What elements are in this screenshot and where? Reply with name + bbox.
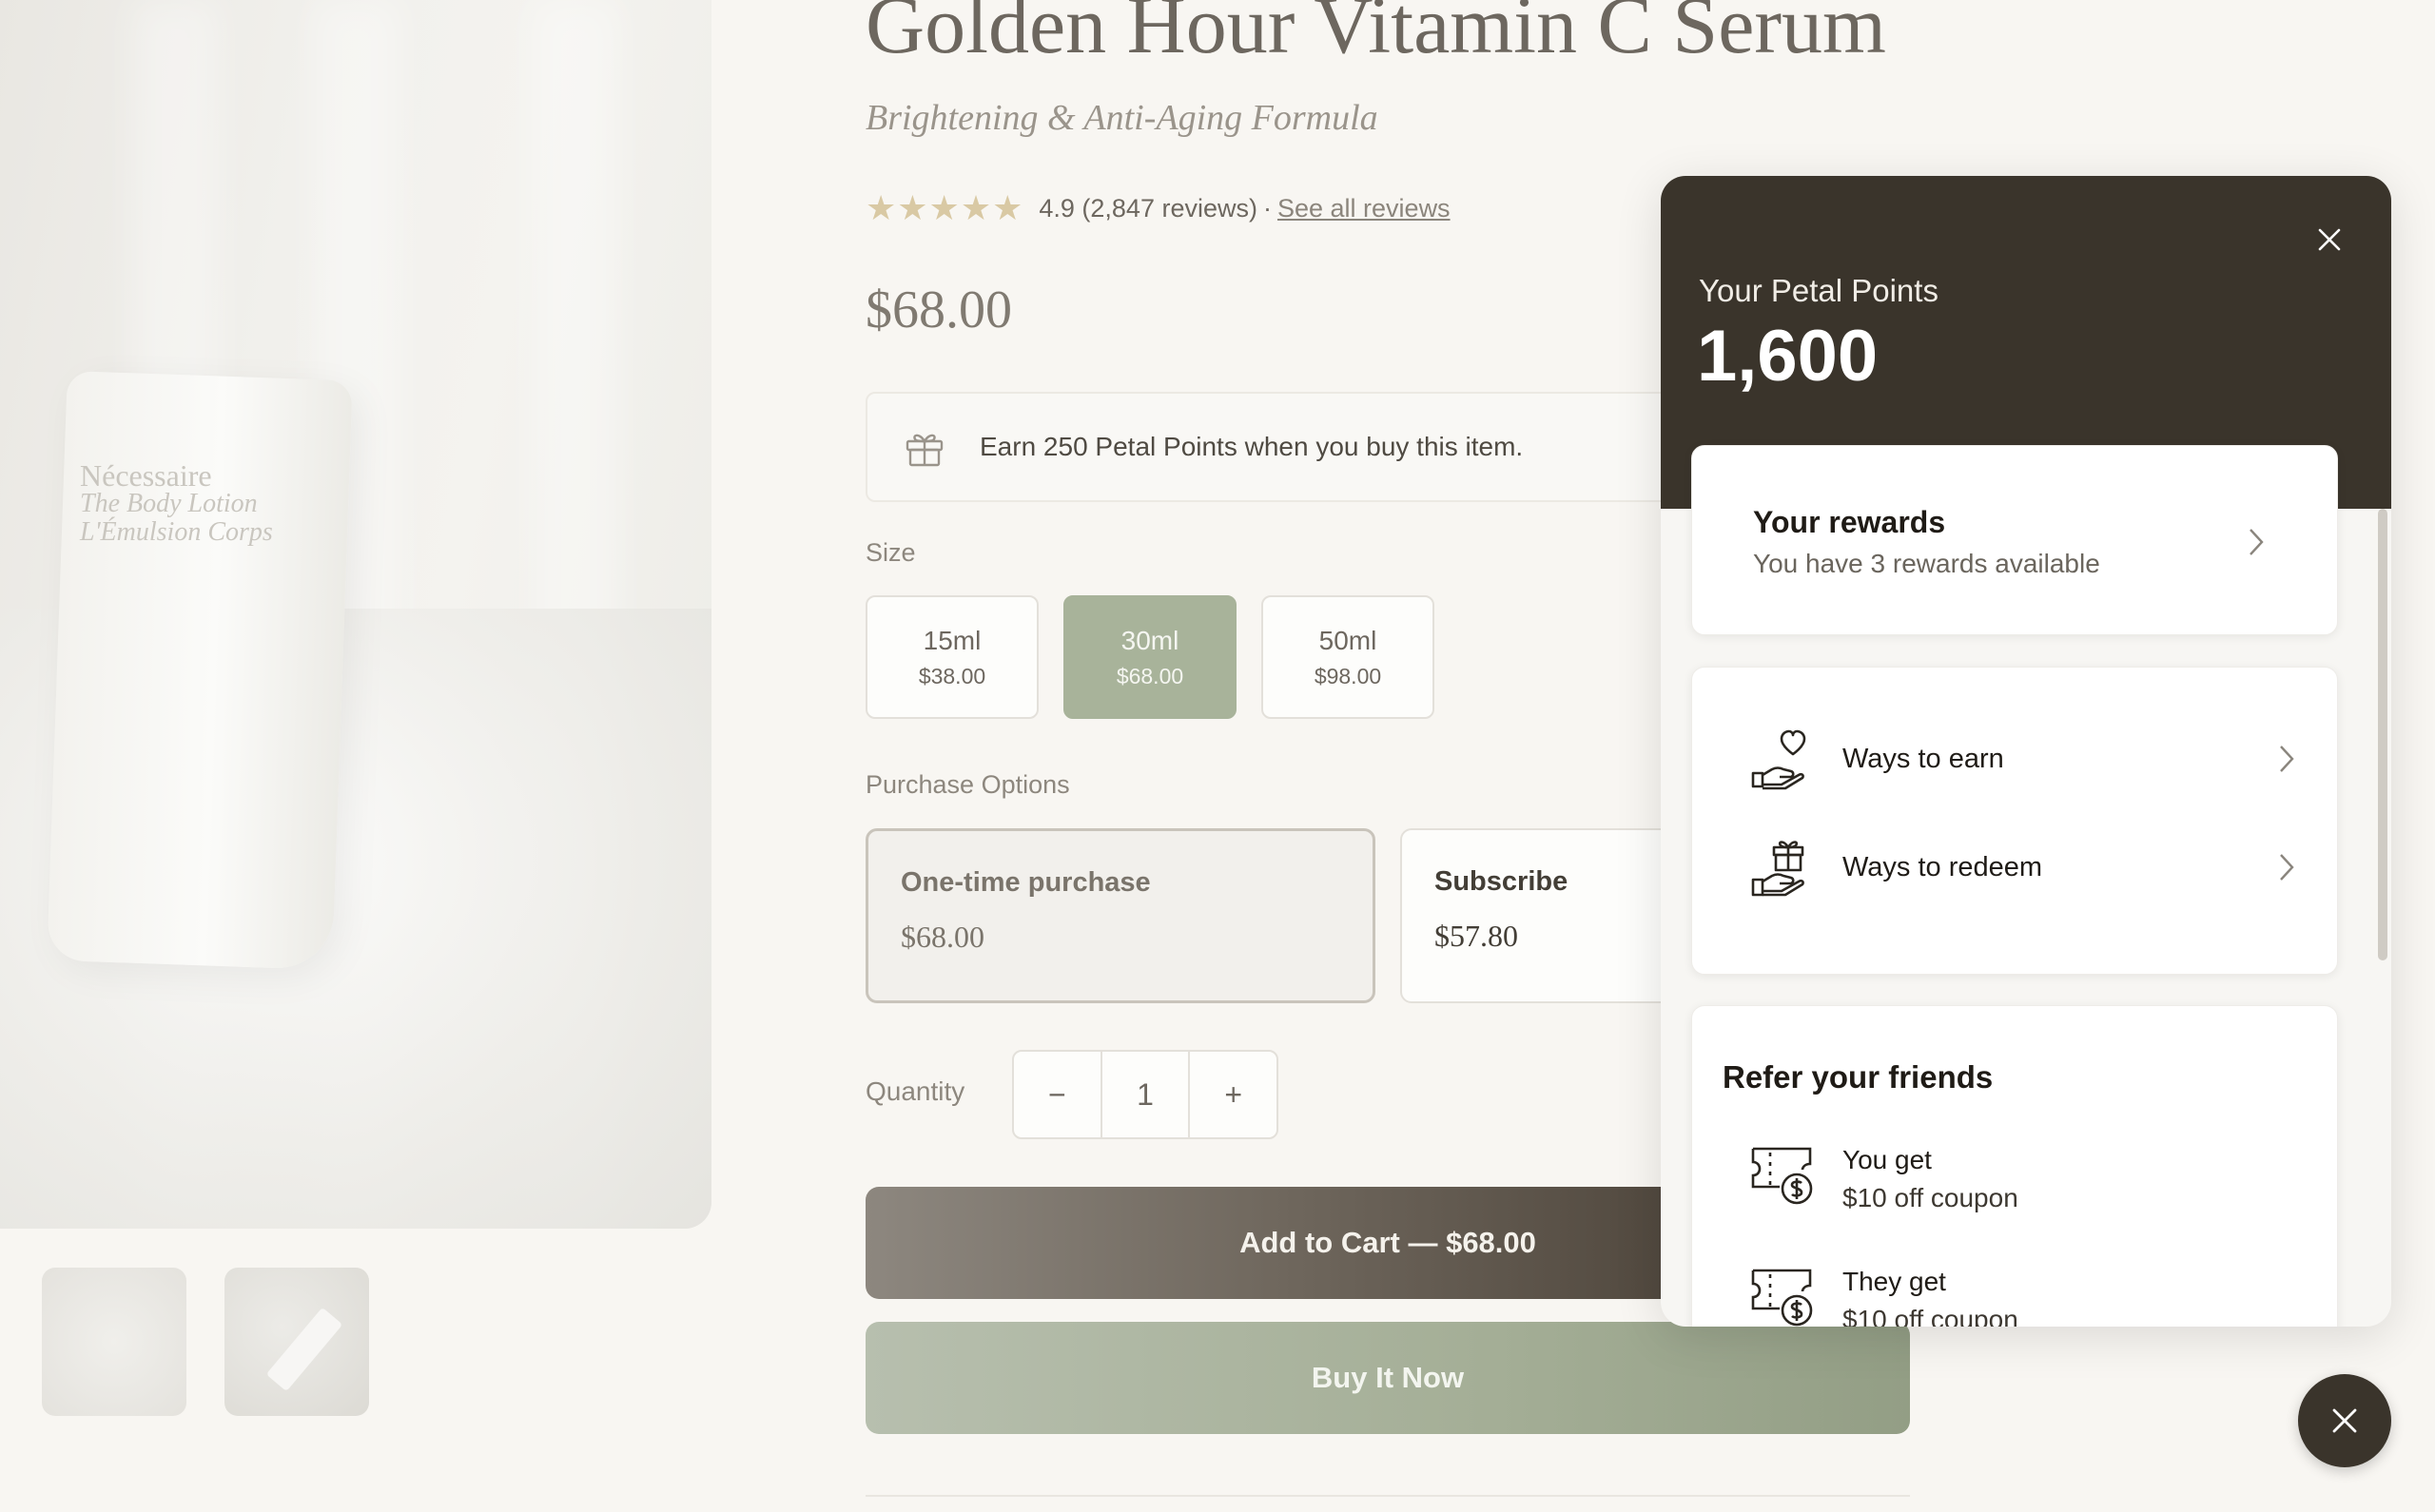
product-image[interactable]: Nécessaire The Body Lotion L'Émulsion Co… bbox=[0, 0, 711, 1229]
purchase-options-label: Purchase Options bbox=[866, 770, 1070, 799]
rating-row: ★★★★★ 4.9 (2,847 reviews) · See all revi… bbox=[866, 188, 1451, 227]
they-get-value: $10 off coupon bbox=[1842, 1305, 2018, 1327]
close-icon[interactable] bbox=[2315, 225, 2344, 254]
you-get-label: You get bbox=[1842, 1145, 1932, 1174]
chevron-right-icon bbox=[2280, 854, 2294, 881]
points-balance: 1,600 bbox=[1697, 316, 1879, 397]
rewards-panel: Your Petal Points 1,600 Your rewards You… bbox=[1661, 176, 2391, 1327]
divider bbox=[866, 1495, 1910, 1497]
rewards-launcher-close-button[interactable] bbox=[2298, 1374, 2391, 1467]
product-subtitle: Brightening & Anti-Aging Formula bbox=[866, 98, 1378, 138]
quantity-increase-button[interactable]: + bbox=[1190, 1052, 1276, 1137]
ways-to-earn-item[interactable]: Ways to earn bbox=[1749, 721, 2310, 797]
hand-heart-icon bbox=[1751, 729, 1806, 790]
close-icon bbox=[2332, 1408, 2357, 1433]
thumbnail-2[interactable] bbox=[224, 1268, 369, 1416]
chevron-right-icon bbox=[2250, 529, 2264, 555]
your-rewards-card[interactable]: Your rewards You have 3 rewards availabl… bbox=[1691, 445, 2338, 635]
ways-to-earn-label: Ways to earn bbox=[1842, 743, 2004, 774]
ways-to-redeem-item[interactable]: Ways to redeem bbox=[1749, 829, 2310, 905]
rating-text: 4.9 (2,847 reviews) bbox=[1039, 193, 1257, 223]
hand-gift-icon bbox=[1751, 841, 1804, 897]
size-options: 15ml $38.00 30ml $68.00 50ml $98.00 bbox=[866, 595, 1434, 719]
quantity-stepper: − 1 + bbox=[1012, 1050, 1278, 1139]
one-time-purchase-option[interactable]: One-time purchase $68.00 bbox=[866, 828, 1375, 1003]
ways-to-redeem-label: Ways to redeem bbox=[1842, 851, 2043, 882]
referral-they-get: They get $10 off coupon bbox=[1749, 1263, 2018, 1327]
referral-you-get: You get $10 off coupon bbox=[1749, 1141, 2018, 1217]
ways-card: Ways to earn Ways to redeem bbox=[1691, 667, 2338, 975]
they-get-label: They get bbox=[1842, 1267, 1946, 1296]
points-banner-text: Earn 250 Petal Points when you buy this … bbox=[980, 432, 1524, 461]
size-option-15ml[interactable]: 15ml $38.00 bbox=[866, 595, 1039, 719]
tube-label: Nécessaire The Body Lotion L'Émulsion Co… bbox=[80, 458, 273, 547]
panel-scrollbar[interactable] bbox=[2378, 509, 2387, 960]
size-option-30ml[interactable]: 30ml $68.00 bbox=[1063, 595, 1237, 719]
coupon-icon bbox=[1751, 1147, 1813, 1205]
see-all-reviews-link[interactable]: See all reviews bbox=[1277, 194, 1451, 223]
refer-friends-title: Refer your friends bbox=[1723, 1059, 1994, 1095]
quantity-label: Quantity bbox=[866, 1076, 965, 1106]
star-rating-icon: ★★★★★ bbox=[866, 188, 1024, 227]
your-rewards-title: Your rewards bbox=[1753, 505, 1946, 539]
chevron-right-icon bbox=[2280, 746, 2294, 772]
product-title: Golden Hour Vitamin C Serum bbox=[866, 0, 1886, 70]
product-price: $68.00 bbox=[866, 281, 1012, 339]
points-label: Your Petal Points bbox=[1699, 273, 1938, 308]
you-get-value: $10 off coupon bbox=[1842, 1183, 2018, 1212]
refer-friends-card: Refer your friends You get $10 off coupo… bbox=[1691, 1005, 2338, 1327]
gift-icon bbox=[906, 434, 944, 467]
buy-now-button[interactable]: Buy It Now bbox=[866, 1322, 1910, 1434]
quantity-decrease-button[interactable]: − bbox=[1014, 1052, 1101, 1137]
coupon-icon bbox=[1751, 1269, 1813, 1327]
size-option-50ml[interactable]: 50ml $98.00 bbox=[1261, 595, 1434, 719]
your-rewards-subtitle: You have 3 rewards available bbox=[1753, 549, 2100, 578]
product-page: Nécessaire The Body Lotion L'Émulsion Co… bbox=[0, 0, 2435, 1512]
thumbnail-1[interactable] bbox=[42, 1268, 186, 1416]
size-label: Size bbox=[866, 538, 916, 567]
quantity-input[interactable]: 1 bbox=[1100, 1052, 1191, 1137]
